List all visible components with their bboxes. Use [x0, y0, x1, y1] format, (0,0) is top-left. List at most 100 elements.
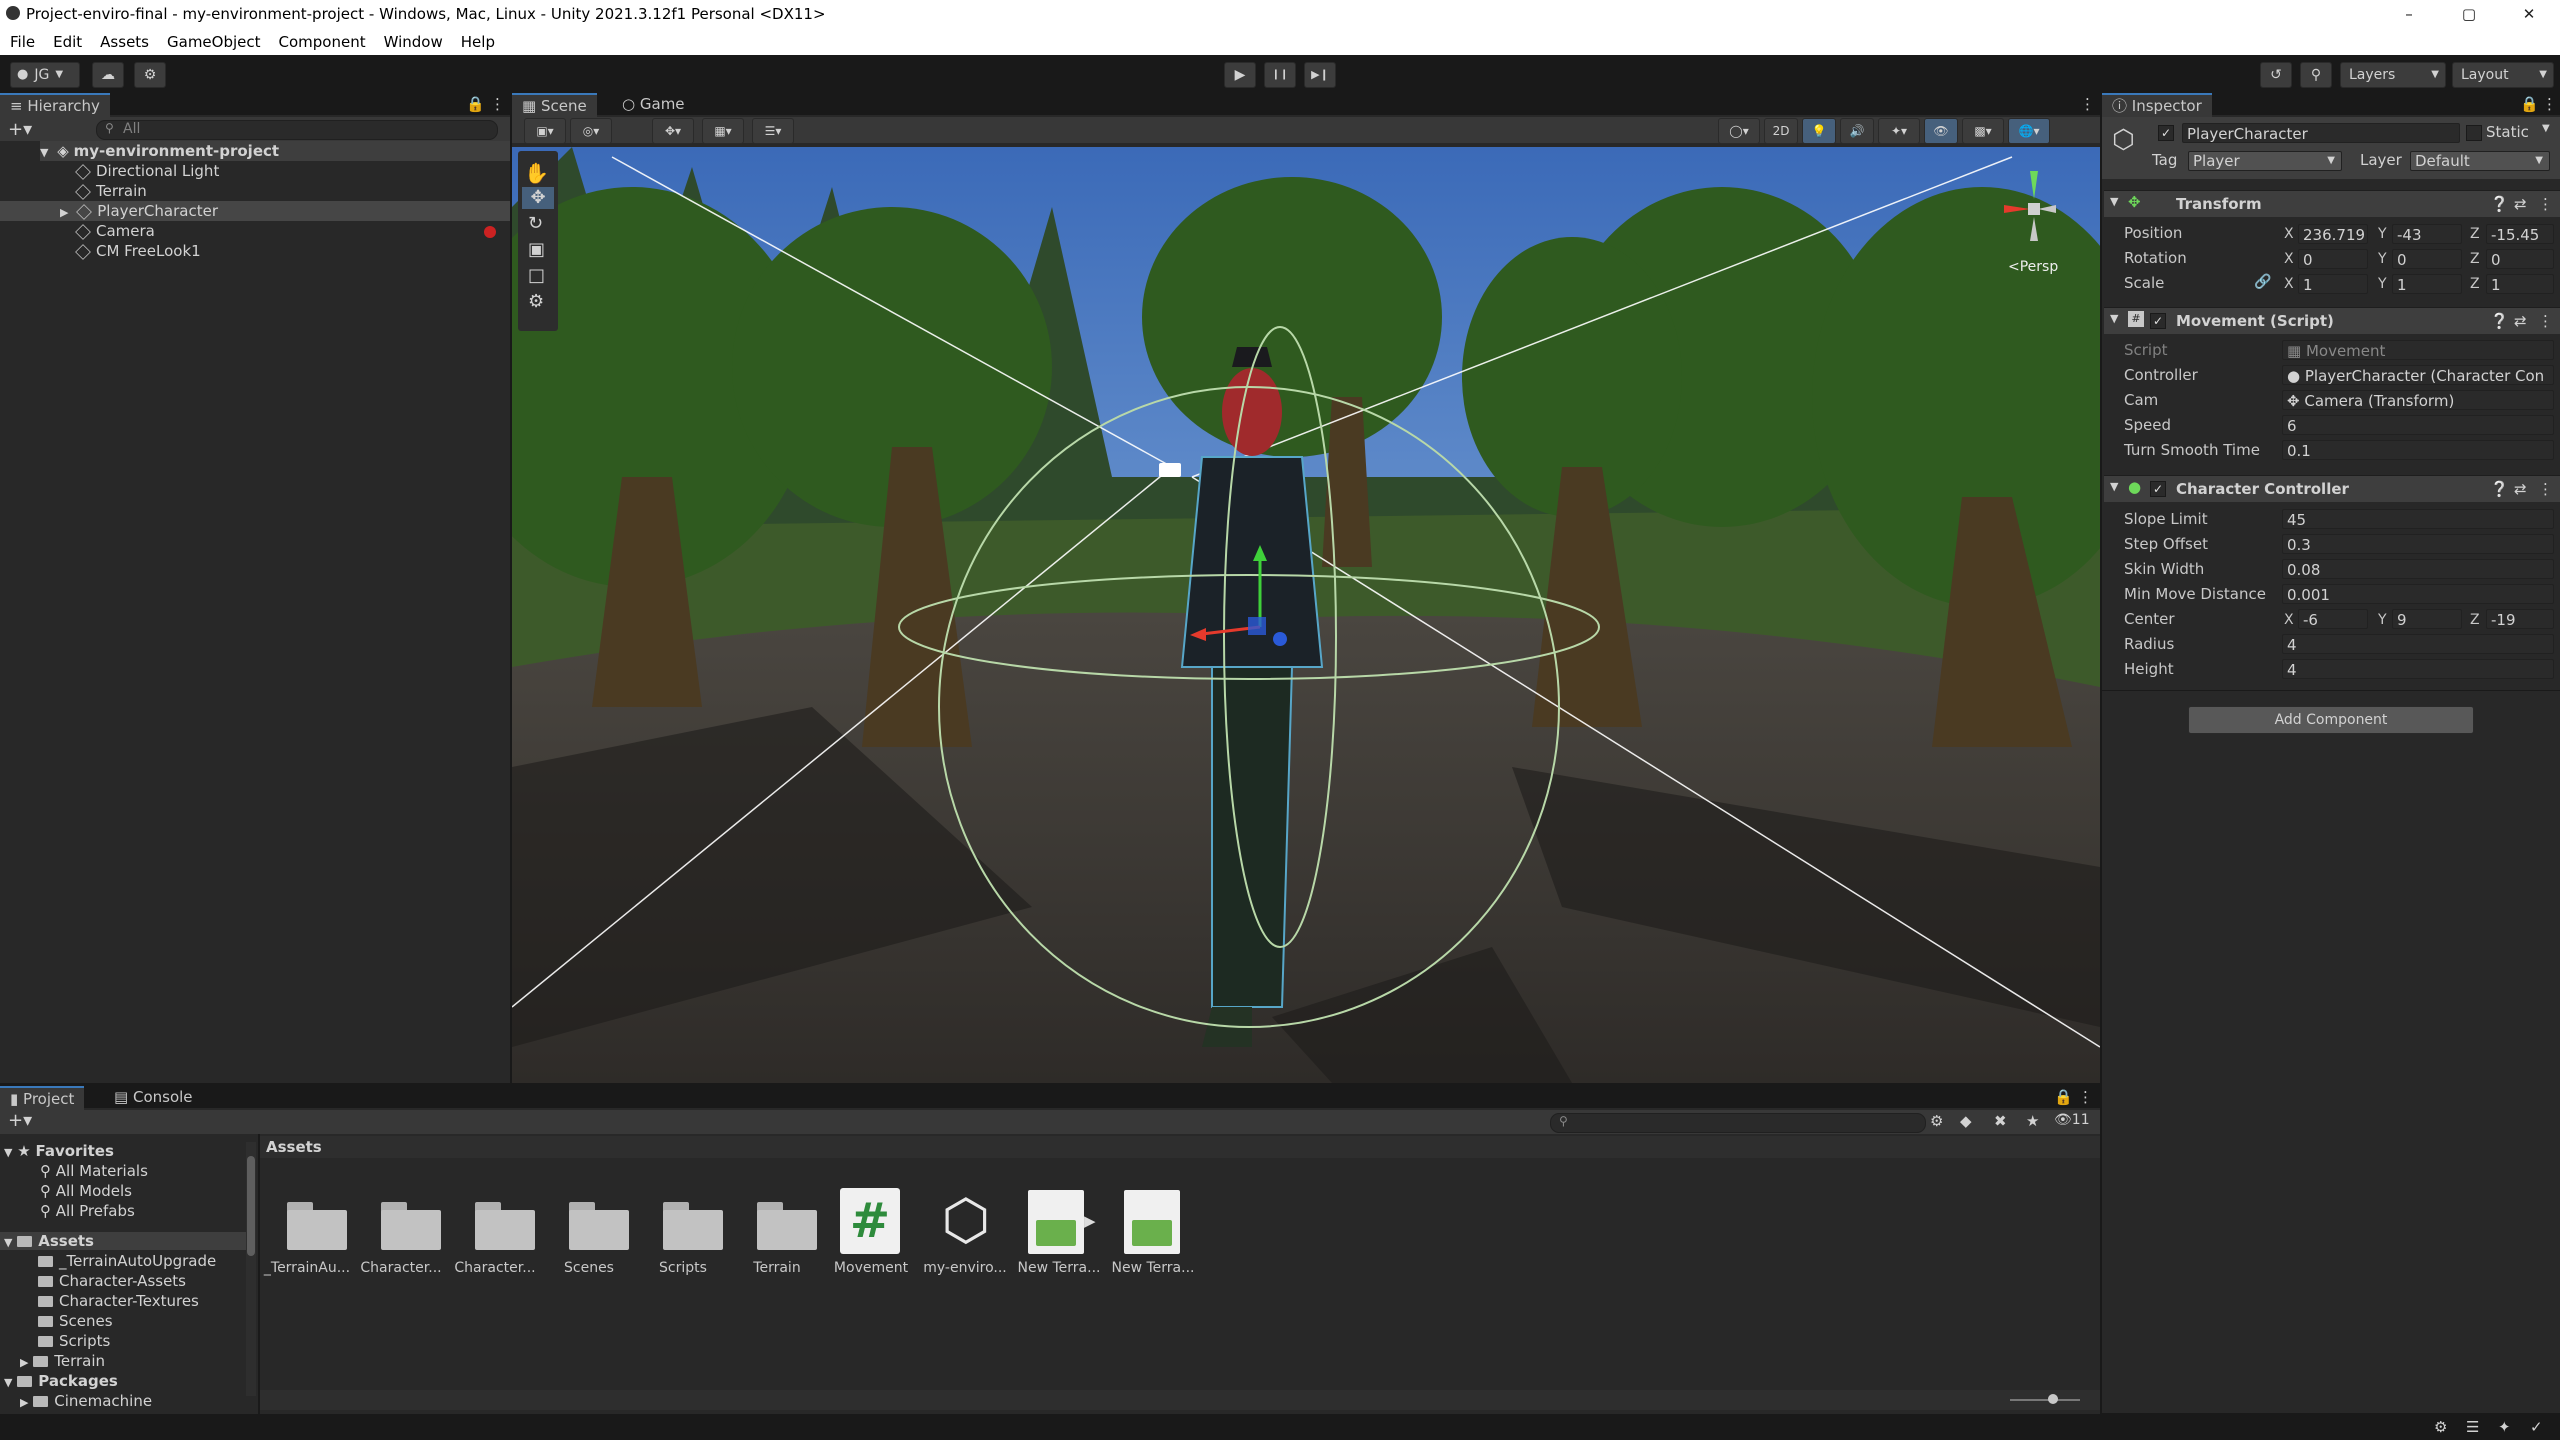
project-search-input[interactable]: ⚲	[1550, 1113, 1926, 1133]
auto-generate-icon[interactable]: ✓	[2530, 1418, 2543, 1436]
tab-game[interactable]: ○ Game	[612, 93, 695, 115]
chevron-down-icon[interactable]: ▼	[2542, 123, 2550, 134]
minimize-button[interactable]: –	[2380, 0, 2438, 28]
account-button[interactable]: ● JG ▼	[10, 62, 80, 88]
progress-icon[interactable]: ☰	[2466, 1418, 2479, 1436]
layer-dropdown[interactable]: Default ▼	[2410, 151, 2550, 171]
hierarchy-item-directional-light[interactable]: Directional Light	[75, 161, 219, 181]
presets-icon[interactable]: ⇄	[2514, 195, 2527, 213]
asset-scene-file[interactable]: ⬡ my-enviro...	[920, 1186, 1010, 1277]
more-icon[interactable]: ⋮	[2078, 1088, 2093, 1106]
scene-root[interactable]: ▼ ◈ my-environment-project	[40, 141, 510, 161]
position-x-field[interactable]: 236.719	[2298, 224, 2368, 244]
packages-section[interactable]: ▼ Packages	[4, 1372, 118, 1390]
menu-help[interactable]: Help	[461, 33, 495, 51]
menu-gameobject[interactable]: GameObject	[167, 33, 261, 51]
visibility-toggle-icon[interactable]: 👁	[1924, 118, 1958, 144]
grid-snap-dropdown[interactable]: ▦▾	[702, 118, 744, 144]
search-by-type-icon[interactable]: ⚙	[1930, 1112, 1943, 1130]
asset-scripts[interactable]: Scripts	[638, 1186, 728, 1276]
assets-section[interactable]: ▼ Assets	[0, 1232, 248, 1250]
presets-icon[interactable]: ⇄	[2514, 312, 2527, 330]
menu-assets[interactable]: Assets	[100, 33, 149, 51]
hand-tool-icon[interactable]: ✋	[524, 161, 549, 185]
audio-toggle-icon[interactable]: 🔊	[1840, 118, 1874, 144]
more-icon[interactable]: ⋮	[2538, 480, 2553, 498]
help-icon[interactable]: ❔	[2490, 480, 2509, 498]
hierarchy-item-cm-freelook1[interactable]: CM FreeLook1	[75, 241, 201, 261]
hidden-packages-toggle[interactable]: 👁11	[2054, 1112, 2090, 1128]
slope-limit-field[interactable]: 45	[2282, 509, 2554, 529]
hierarchy-item-playercharacter[interactable]: ▶ PlayerCharacter	[0, 201, 510, 221]
favorites-section[interactable]: ▼ ★ Favorites	[4, 1142, 114, 1160]
folder-scenes[interactable]: Scenes	[38, 1312, 113, 1330]
lock-icon[interactable]: 🔒	[466, 95, 485, 113]
folder-character-textures[interactable]: Character-Textures	[38, 1292, 199, 1310]
asset-new-terrain-data[interactable]: ▶ New Terra...	[1014, 1186, 1104, 1276]
label-icon[interactable]: ✖	[1994, 1112, 2007, 1130]
debug-icon[interactable]: ⚙	[2434, 1418, 2447, 1436]
menu-edit[interactable]: Edit	[53, 33, 82, 51]
position-z-field[interactable]: -15.45	[2486, 224, 2554, 244]
scale-tool-icon[interactable]: ▣	[528, 239, 545, 260]
menu-window[interactable]: Window	[384, 33, 443, 51]
favorite-all-materials[interactable]: ⚲ All Materials	[40, 1162, 148, 1180]
gizmos-dropdown[interactable]: 🌐▾	[2008, 118, 2050, 144]
character-controller-header[interactable]: ▼ ● ✓ Character Controller ❔ ⇄ ⋮	[2104, 475, 2560, 502]
step-offset-field[interactable]: 0.3	[2282, 534, 2554, 554]
tag-dropdown[interactable]: Player ▼	[2188, 151, 2342, 171]
more-icon[interactable]: ⋮	[490, 95, 505, 113]
projection-label[interactable]: <Persp	[2008, 259, 2058, 275]
tab-inspector[interactable]: ⓘ Inspector	[2102, 93, 2212, 117]
hierarchy-item-terrain[interactable]: Terrain	[75, 181, 147, 201]
scale-x-field[interactable]: 1	[2298, 274, 2368, 294]
asset-terrain[interactable]: Terrain	[732, 1186, 822, 1276]
render-mode-dropdown[interactable]: ◎▾	[570, 118, 612, 144]
active-checkbox[interactable]: ✓	[2158, 125, 2174, 141]
folder-terrain[interactable]: ▶ Terrain	[20, 1352, 105, 1370]
rotation-y-field[interactable]: 0	[2392, 249, 2462, 269]
asset-movement-script[interactable]: # Movement	[826, 1186, 916, 1276]
add-icon[interactable]: +▾	[8, 119, 32, 140]
asset-terrainautoupgrade[interactable]: _TerrainAu...	[262, 1186, 352, 1276]
more-icon[interactable]: ⋮	[2538, 195, 2553, 213]
rotation-z-field[interactable]: 0	[2486, 249, 2554, 269]
character-controller-enabled-checkbox[interactable]: ✓	[2150, 481, 2166, 497]
static-checkbox[interactable]	[2466, 125, 2482, 141]
tree-scrollbar[interactable]	[246, 1142, 256, 1396]
min-move-distance-field[interactable]: 0.001	[2282, 584, 2554, 604]
asset-character-assets[interactable]: Character...	[356, 1186, 446, 1276]
search-by-label-icon[interactable]: ◆	[1960, 1112, 1972, 1130]
movement-enabled-checkbox[interactable]: ✓	[2150, 313, 2166, 329]
more-icon[interactable]: ⋮	[2542, 95, 2557, 113]
expand-arrow-icon[interactable]: ▶	[1084, 1212, 1096, 1230]
pivot-dropdown[interactable]: ✥▾	[652, 118, 694, 144]
scene-viewport[interactable]: ✋ ✥ ↻ ▣ □ ⚙ <Persp	[512, 147, 2100, 1083]
movement-header[interactable]: ▼ # ✓ Movement (Script) ❔ ⇄ ⋮	[2104, 307, 2560, 334]
favorite-icon[interactable]: ★	[2026, 1112, 2039, 1130]
draw-mode-dropdown[interactable]: ▣▾	[524, 118, 566, 144]
scale-z-field[interactable]: 1	[2486, 274, 2554, 294]
slider-handle[interactable]	[2048, 1394, 2058, 1404]
mode-2d-button[interactable]: 2D	[1764, 118, 1798, 144]
icon-size-slider[interactable]	[2010, 1399, 2080, 1401]
lighting-toggle-icon[interactable]: 💡	[1802, 118, 1836, 144]
package-cinemachine[interactable]: ▶ Cinemachine	[20, 1392, 152, 1408]
more-icon[interactable]: ⋮	[2538, 312, 2553, 330]
menu-file[interactable]: File	[10, 33, 35, 51]
position-y-field[interactable]: -43	[2392, 224, 2462, 244]
favorite-all-prefabs[interactable]: ⚲ All Prefabs	[40, 1202, 135, 1220]
hierarchy-item-camera[interactable]: Camera	[75, 221, 496, 241]
lock-icon[interactable]: 🔒	[2054, 1088, 2073, 1106]
layers-dropdown[interactable]: Layers ▼	[2340, 62, 2446, 88]
tab-project[interactable]: ▮ Project	[0, 1086, 85, 1110]
step-button[interactable]: ▶❙	[1304, 62, 1336, 88]
pause-button[interactable]: ❙❙	[1264, 62, 1296, 88]
hierarchy-search-input[interactable]: ⚲ All	[96, 120, 498, 140]
favorite-all-models[interactable]: ⚲ All Models	[40, 1182, 132, 1200]
radius-field[interactable]: 4	[2282, 634, 2554, 654]
add-icon[interactable]: +▾	[8, 1110, 32, 1131]
help-icon[interactable]: ❔	[2490, 312, 2509, 330]
play-button[interactable]: ▶	[1224, 62, 1256, 88]
controller-field[interactable]: ● PlayerCharacter (Character Con	[2282, 365, 2554, 385]
